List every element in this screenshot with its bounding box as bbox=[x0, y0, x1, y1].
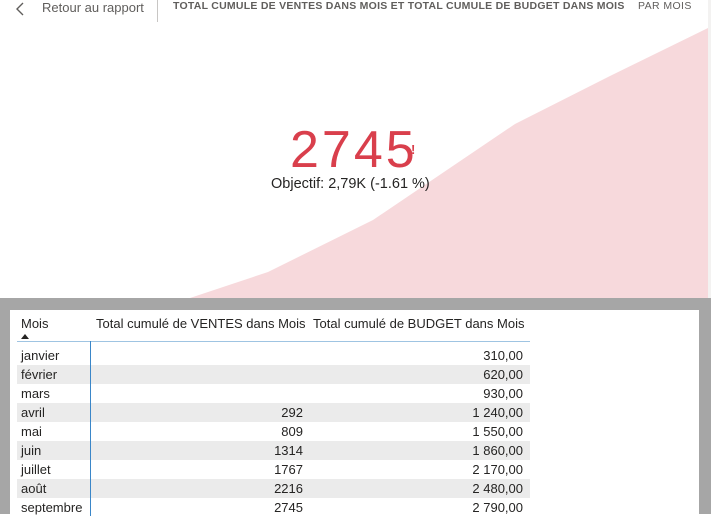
cell-budget: 620,00 bbox=[483, 367, 523, 382]
cell-ventes: 2216 bbox=[274, 481, 303, 496]
cell-budget: 310,00 bbox=[483, 348, 523, 363]
cell-ventes: 2745 bbox=[274, 500, 303, 515]
cell-mois: mai bbox=[21, 424, 42, 439]
cell-mois: juillet bbox=[21, 462, 51, 477]
column-header-mois[interactable]: Mois bbox=[21, 316, 48, 331]
table-row[interactable]: février 620,00 bbox=[17, 365, 530, 384]
chevron-left-icon[interactable] bbox=[12, 1, 30, 17]
visual-title: TOTAL CUMULE DE VENTES DANS MOIS ET TOTA… bbox=[173, 0, 625, 12]
cell-mois: septembre bbox=[21, 500, 83, 515]
table-row[interactable]: avril 292 1 240,00 bbox=[17, 403, 530, 422]
table-row[interactable]: juillet 1767 2 170,00 bbox=[17, 460, 530, 479]
cell-mois: février bbox=[21, 367, 58, 382]
kpi-value: 2745 bbox=[290, 121, 418, 179]
table-row[interactable]: août 2216 2 480,00 bbox=[17, 479, 530, 498]
warning-icon: ! bbox=[411, 142, 416, 157]
tab-par-mois[interactable]: PAR MOIS bbox=[638, 0, 692, 12]
cell-ventes: 292 bbox=[281, 405, 303, 420]
table-row[interactable]: septembre 2745 2 790,00 bbox=[17, 498, 530, 517]
column-header-budget[interactable]: Total cumulé de BUDGET dans Mois bbox=[313, 316, 524, 331]
cell-mois: août bbox=[21, 481, 47, 496]
table-row[interactable]: mars 930,00 bbox=[17, 384, 530, 403]
cell-budget: 1 550,00 bbox=[472, 424, 523, 439]
cell-budget: 930,00 bbox=[483, 386, 523, 401]
cell-ventes: 1314 bbox=[274, 443, 303, 458]
table-visual: Mois Total cumulé de VENTES dans Mois To… bbox=[10, 310, 699, 517]
column-header-ventes[interactable]: Total cumulé de VENTES dans Mois bbox=[96, 316, 306, 331]
cell-mois: mars bbox=[21, 386, 50, 401]
table-row[interactable]: juin 1314 1 860,00 bbox=[17, 441, 530, 460]
kpi-goal: Objectif: 2,79K (-1.61 %) bbox=[271, 176, 430, 192]
cell-budget: 1 240,00 bbox=[472, 405, 523, 420]
cell-mois: janvier bbox=[21, 348, 60, 363]
header-underline bbox=[17, 341, 530, 342]
cell-budget: 1 860,00 bbox=[472, 443, 523, 458]
back-to-report-link[interactable]: Retour au rapport bbox=[42, 0, 144, 15]
header-divider bbox=[157, 0, 158, 22]
cell-ventes: 809 bbox=[281, 424, 303, 439]
column-resize-line bbox=[90, 341, 91, 516]
cell-budget: 2 480,00 bbox=[472, 481, 523, 496]
cell-budget: 2 790,00 bbox=[472, 500, 523, 515]
sort-ascending-icon[interactable] bbox=[21, 334, 29, 339]
cell-mois: juin bbox=[21, 443, 42, 458]
kpi-visual: 2745 ! Objectif: 2,79K (-1.61 %) bbox=[0, 24, 708, 298]
table-row[interactable]: janvier 310,00 bbox=[17, 346, 530, 365]
cell-budget: 2 170,00 bbox=[472, 462, 523, 477]
cell-ventes: 1767 bbox=[274, 462, 303, 477]
trend-area-shape bbox=[190, 28, 708, 298]
cell-mois: avril bbox=[21, 405, 45, 420]
table-row[interactable]: mai 809 1 550,00 bbox=[17, 422, 530, 441]
